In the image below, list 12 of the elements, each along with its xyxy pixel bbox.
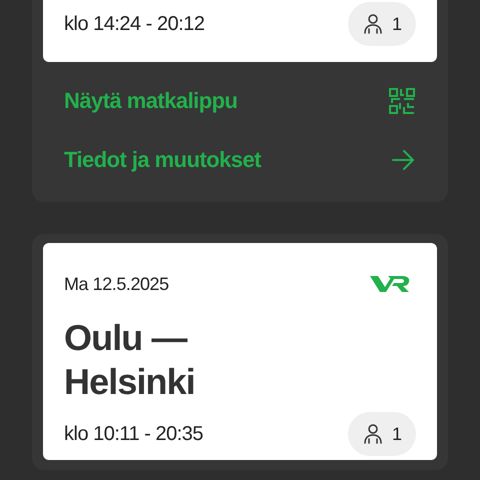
person-icon — [362, 423, 384, 445]
arrow-icon — [390, 148, 416, 172]
trip-route: Oulu — Helsinki — [64, 316, 196, 404]
passenger-count[interactable]: 1 — [348, 412, 416, 456]
action-link[interactable]: Tiedot ja muutokset — [64, 143, 416, 176]
passenger-count[interactable]: 1 — [348, 2, 416, 46]
trip-date: Ma 12.5.2025 — [64, 273, 169, 296]
person-icon — [362, 13, 384, 35]
action-link[interactable]: Näytä matkalippu — [64, 84, 416, 117]
time-range: klo 10:11 - 20:35 — [64, 422, 204, 447]
qr-code-icon — [388, 86, 416, 114]
time-range: klo 14:24 - 20:12 — [64, 12, 204, 37]
